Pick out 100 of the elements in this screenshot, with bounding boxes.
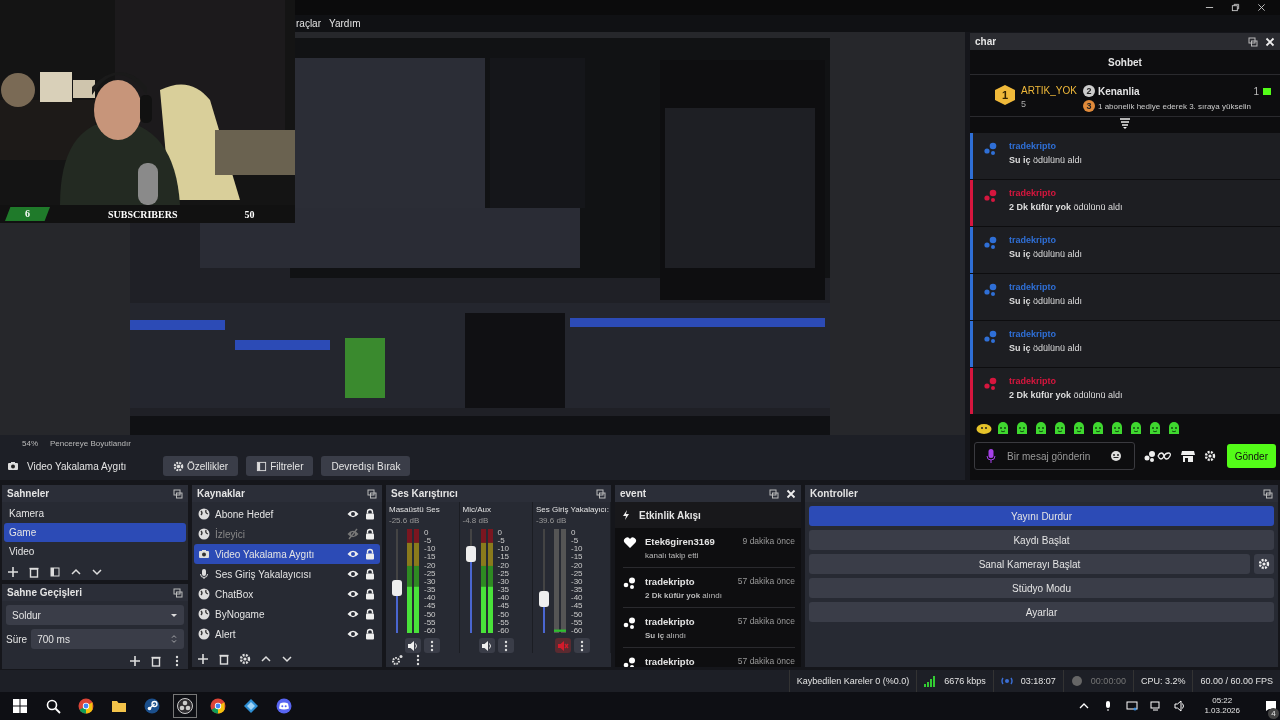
lock-icon[interactable] [364, 568, 376, 580]
source-item[interactable]: ChatBox [194, 584, 380, 604]
scene-item[interactable]: Video [4, 542, 186, 561]
emote-icon[interactable] [1014, 420, 1030, 436]
control-button[interactable]: Yayını Durdur [809, 506, 1274, 526]
lock-icon[interactable] [364, 548, 376, 560]
username[interactable]: tradekripto [1009, 282, 1083, 292]
emote-icon[interactable] [1128, 420, 1144, 436]
lock-icon[interactable] [364, 588, 376, 600]
search-icon[interactable] [45, 698, 61, 714]
source-item[interactable]: Video Yakalama Aygıtı [194, 544, 380, 564]
add-icon[interactable] [7, 566, 19, 578]
settings-button[interactable] [1254, 554, 1274, 574]
undock-icon[interactable] [596, 488, 606, 499]
settings-icon[interactable] [391, 654, 403, 666]
source-item[interactable]: Abone Hedef [194, 504, 380, 524]
username[interactable]: tradekripto [1009, 235, 1083, 245]
add-icon[interactable] [129, 655, 141, 667]
trash-icon[interactable] [150, 655, 162, 667]
toolbar-button[interactable]: Devredışı Bırak [321, 456, 411, 476]
scene-item[interactable]: Kamera [4, 504, 186, 523]
trash-icon[interactable] [218, 653, 230, 665]
eye-icon[interactable] [347, 568, 359, 580]
menu-item[interactable]: Yardım [329, 18, 361, 29]
app-icon[interactable] [243, 698, 259, 714]
emote-icon[interactable] [1090, 420, 1106, 436]
send-button[interactable]: Gönder [1226, 444, 1276, 468]
lock-icon[interactable] [364, 508, 376, 520]
message-field[interactable]: Bir mesaj gönderin [974, 442, 1135, 470]
spinner-arrows-icon[interactable] [170, 635, 178, 643]
toolbar-button[interactable]: Filtreler [246, 456, 314, 476]
trash-icon[interactable] [28, 566, 40, 578]
add-icon[interactable] [197, 653, 209, 665]
volume-slider[interactable] [392, 529, 402, 633]
undock-icon[interactable] [1263, 488, 1273, 499]
lock-icon[interactable] [364, 608, 376, 620]
eye-icon[interactable] [347, 628, 359, 640]
more-button[interactable] [424, 638, 441, 653]
slider-thumb[interactable] [539, 590, 549, 607]
username[interactable]: tradekripto [1009, 141, 1083, 151]
emote-icon[interactable] [1166, 420, 1182, 436]
speaker-button[interactable] [405, 638, 422, 653]
control-button[interactable]: Stüdyo Modu [809, 578, 1274, 598]
store-icon[interactable] [1180, 449, 1195, 463]
source-item[interactable]: İzleyici [194, 524, 380, 544]
clock-date[interactable]: 1.03.2026 [1204, 706, 1240, 716]
duration-field[interactable]: 700 ms [31, 629, 184, 649]
folder-icon[interactable] [111, 698, 127, 714]
volume-slider[interactable] [539, 529, 549, 633]
control-button[interactable]: Kaydı Başlat [809, 530, 1274, 550]
eye-icon[interactable] [347, 608, 359, 620]
volume-slider[interactable] [465, 529, 476, 633]
emote-icon[interactable] [1109, 420, 1125, 436]
lock-icon[interactable] [364, 528, 376, 540]
network-icon[interactable] [1150, 700, 1163, 712]
undock-icon[interactable] [367, 488, 377, 499]
emoji-icon[interactable] [1110, 450, 1122, 462]
speaker-button[interactable] [478, 638, 495, 653]
start-icon[interactable] [12, 698, 28, 714]
source-item[interactable]: ByNogame [194, 604, 380, 624]
menu-item[interactable]: raçlar [296, 18, 321, 29]
down-icon[interactable] [281, 653, 293, 665]
message-input[interactable]: Bir mesaj gönderin [1007, 450, 1102, 462]
eye-icon[interactable] [347, 508, 359, 520]
scene-item[interactable]: Game [4, 523, 186, 542]
undock-icon[interactable] [173, 488, 183, 499]
fit-window-label[interactable]: Pencereye Boyutlandır [50, 439, 131, 448]
clock-time[interactable]: 05:22 [1212, 696, 1233, 706]
source-item[interactable]: Alert [194, 624, 380, 644]
emote-icon[interactable] [1147, 420, 1163, 436]
more-button[interactable] [497, 638, 514, 653]
settings-icon[interactable] [1203, 450, 1216, 462]
emote-icon[interactable] [1033, 420, 1049, 436]
username[interactable]: tradekripto [1009, 329, 1083, 339]
speaker-icon[interactable] [1174, 700, 1187, 712]
down-icon[interactable] [91, 566, 103, 578]
steam-icon[interactable] [144, 698, 160, 714]
notifications-icon[interactable] [1265, 700, 1277, 712]
restore-icon[interactable] [1231, 3, 1240, 12]
eye-icon[interactable] [347, 548, 359, 560]
slider-thumb[interactable] [392, 580, 402, 597]
toolbar-button[interactable]: Özellikler [163, 456, 239, 476]
lock-icon[interactable] [364, 628, 376, 640]
filter-icon[interactable] [49, 566, 61, 578]
undock-icon[interactable] [769, 488, 779, 499]
points-icon[interactable] [1143, 449, 1172, 463]
close-icon[interactable] [1257, 3, 1266, 12]
undock-icon[interactable] [1248, 36, 1258, 47]
slider-thumb[interactable] [465, 545, 476, 562]
screen-icon[interactable] [1126, 700, 1139, 712]
emote-icon[interactable] [1052, 420, 1068, 436]
filter-icon[interactable] [1119, 117, 1131, 129]
browser-icon[interactable] [210, 698, 226, 714]
zoom-level[interactable]: 54% [22, 439, 38, 448]
more-button[interactable] [573, 638, 590, 653]
source-item[interactable]: Ses Giriş Yakalayıcısı [194, 564, 380, 584]
settings-icon[interactable] [239, 653, 251, 665]
eye-icon[interactable] [347, 588, 359, 600]
eye-hidden-icon[interactable] [347, 528, 359, 540]
browser-icon[interactable] [78, 698, 94, 714]
